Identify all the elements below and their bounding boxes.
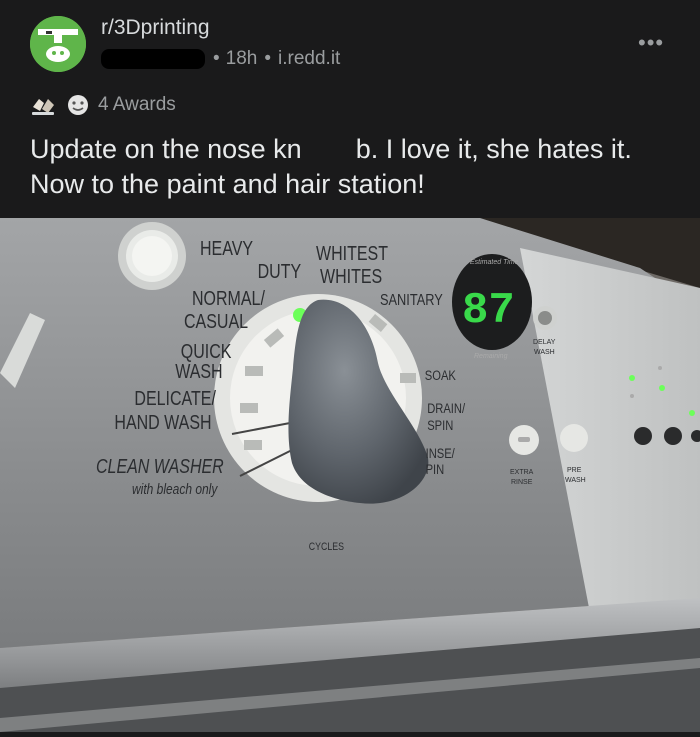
label-hand-wash: HAND WASH <box>114 411 211 433</box>
remaining-label: Remaining <box>474 353 508 360</box>
wholesome-award-icon <box>68 95 88 115</box>
label-soak: SOAK <box>425 368 457 383</box>
label-delicate: DELICATE/ <box>134 387 216 409</box>
post-title[interactable]: Update on the nose kn b. I love it, she … <box>30 132 680 202</box>
pre-wash-label: PRE <box>567 467 582 474</box>
post-age: 18h <box>225 48 258 69</box>
subreddit-avatar[interactable] <box>30 16 86 72</box>
label-casual: CASUAL <box>184 310 248 332</box>
awards-row[interactable]: 4 Awards <box>30 92 176 118</box>
left-knob <box>118 222 186 290</box>
label-duty: DUTY <box>258 260 302 282</box>
svg-text:RINSE: RINSE <box>511 479 533 486</box>
delay-wash-label: DELAY <box>533 339 556 346</box>
label-spin: SPIN <box>427 418 453 433</box>
awards-count: 4 Awards <box>98 94 176 115</box>
reddit-3dprinting-icon <box>30 16 86 72</box>
label-normal: NORMAL/ <box>192 287 266 309</box>
washer-photo: HEAVY DUTY WHITEST WHITES NORMAL/ CASUAL… <box>0 218 700 732</box>
label-cycles: CYCLES <box>309 541 345 553</box>
label-wash: WASH <box>175 360 222 382</box>
post-header: r/3Dprinting • 18h • i.redd.it ••• 4 Awa… <box>0 0 700 218</box>
label-quick: QUICK <box>181 340 232 362</box>
label-clean-washer: CLEAN WASHER <box>96 455 224 477</box>
redacted-username <box>101 49 205 69</box>
extra-rinse-label: EXTRA <box>510 469 534 476</box>
meta-separator: • <box>264 48 272 69</box>
label-whitest: WHITEST <box>316 242 388 264</box>
time-remaining-value: 87 <box>462 286 515 336</box>
label-sanitary: SANITARY <box>380 292 443 310</box>
label-heavy: HEAVY <box>200 237 253 259</box>
post-domain[interactable]: i.redd.it <box>278 48 340 70</box>
subreddit-name[interactable]: r/3Dprinting <box>101 16 210 40</box>
svg-text:WASH: WASH <box>565 477 586 484</box>
svg-text:WASH: WASH <box>534 349 555 356</box>
meta-separator: • <box>213 48 220 69</box>
helpful-award-icon <box>32 99 54 115</box>
label-pin: PIN <box>426 462 445 477</box>
estimated-time-label: Estimated Time <box>470 259 519 266</box>
label-drain: DRAIN/ <box>427 401 465 416</box>
post-meta: • 18h • i.redd.it <box>101 46 340 72</box>
post-image[interactable]: HEAVY DUTY WHITEST WHITES NORMAL/ CASUAL… <box>0 218 700 732</box>
label-rinse: INSE/ <box>426 446 456 461</box>
label-whites: WHITES <box>320 265 382 287</box>
more-options-button[interactable]: ••• <box>638 30 664 56</box>
label-with-bleach: with bleach only <box>132 481 218 498</box>
